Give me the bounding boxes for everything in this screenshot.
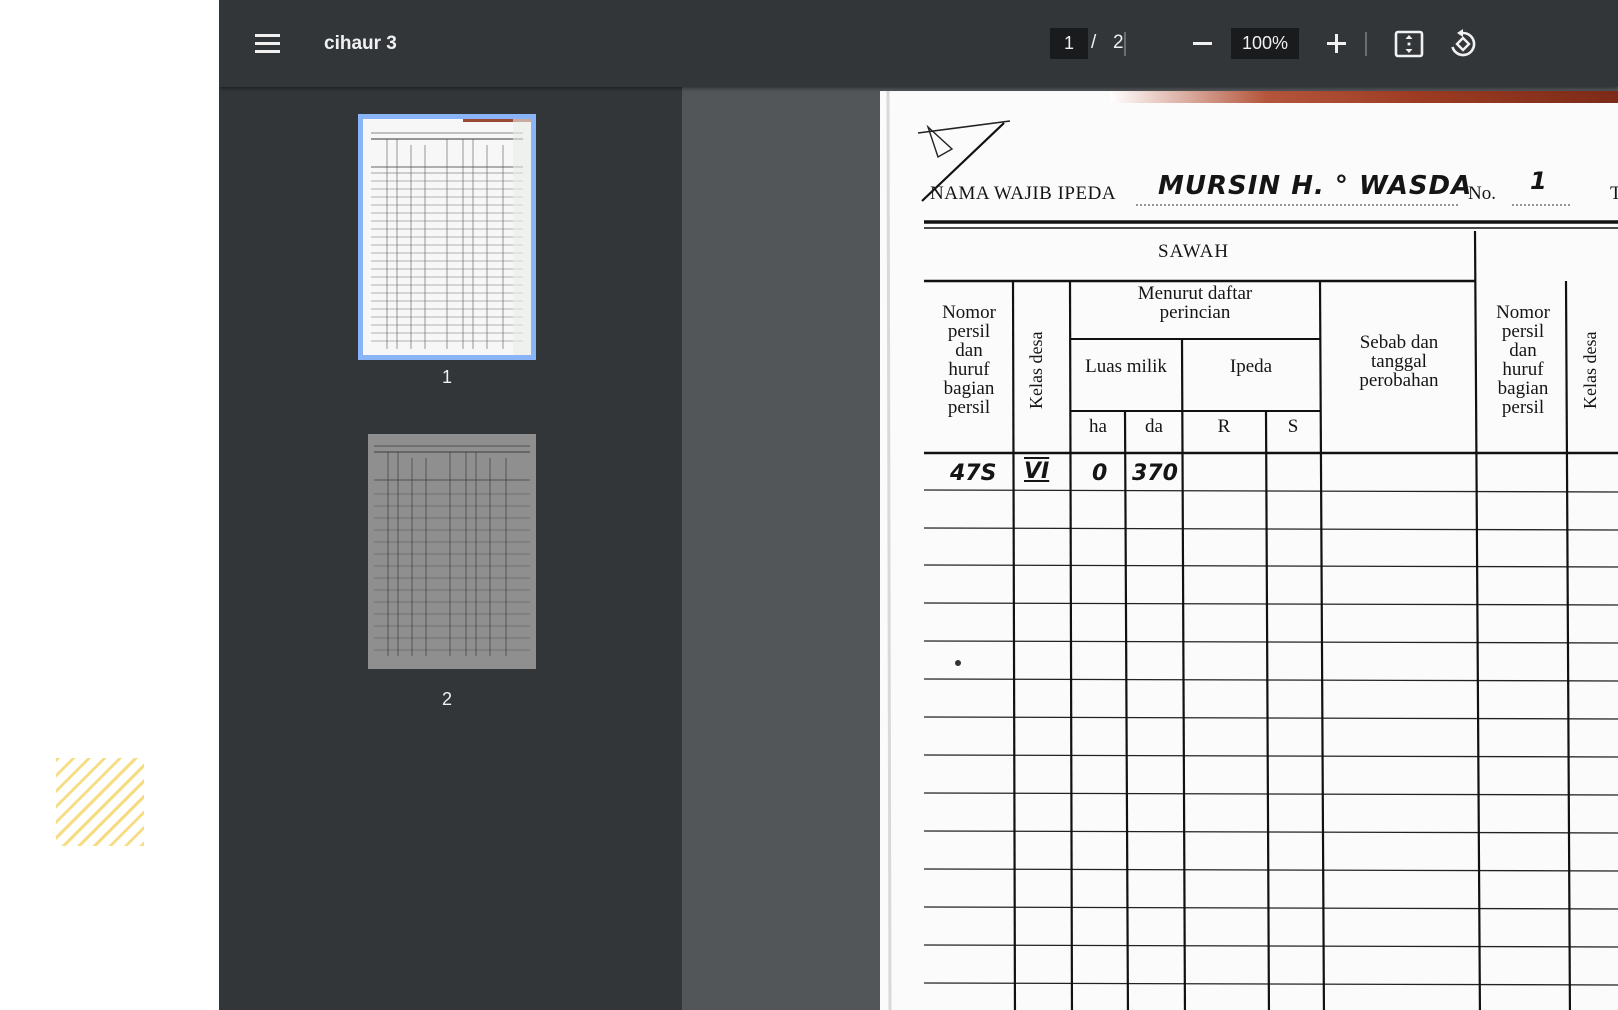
total-pages: 2	[1113, 32, 1124, 53]
thumbnail-sidebar: 1 2	[219, 87, 682, 1010]
document-title: cihaur 3	[324, 33, 397, 54]
zoom-level-input[interactable]	[1231, 28, 1299, 59]
row1-kelas: VI	[1024, 459, 1050, 484]
toolbar-divider	[1365, 32, 1367, 56]
zoom-out-icon[interactable]	[1186, 27, 1218, 59]
page-separator: /	[1091, 32, 1097, 53]
header-nomor-persil: Nomor persil dan huruf bagian persil	[942, 302, 996, 418]
section-title: SAWAH	[1158, 241, 1230, 262]
document-page: NAMA WAJIB IPEDA MURSIN H. ° WASDA No. 1…	[880, 91, 1618, 1010]
decorative-stripes	[56, 758, 144, 846]
zoom-in-icon[interactable]	[1320, 27, 1352, 59]
pdf-viewer: cihaur 3 / 2	[219, 0, 1618, 1010]
row1-ha: 0	[1092, 461, 1108, 486]
header-sebab-perobahan: Sebab dan tanggal perobahan	[1359, 332, 1439, 391]
header-s: S	[1287, 416, 1299, 437]
number-value: 1	[1530, 167, 1547, 195]
form-grid	[886, 91, 1618, 1010]
header-ipeda: Ipeda	[1229, 356, 1273, 377]
thumbnail-label-2: 2	[441, 689, 452, 709]
screen: cihaur 3 / 2	[0, 0, 1618, 1010]
toolbar-divider	[1124, 32, 1126, 56]
header-r: R	[1217, 416, 1231, 437]
page-number-input[interactable]	[1050, 28, 1088, 59]
page-thumbnail-1[interactable]	[358, 114, 536, 360]
row1-persil: 47S	[950, 461, 997, 486]
name-label: NAMA WAJIB IPEDA	[930, 183, 1117, 204]
rotate-icon[interactable]	[1446, 27, 1480, 61]
header-nomor-persil-2: Nomor persil dan huruf bagian persil	[1496, 302, 1550, 418]
header-kelas-desa-2: Kelas desa	[1580, 331, 1600, 409]
header-menurut-daftar: Menurut daftar perincian	[1137, 283, 1253, 323]
cut-off-text: Tl	[1610, 183, 1618, 204]
fit-to-page-icon[interactable]	[1392, 27, 1426, 61]
name-value: MURSIN H. ° WASDA	[1158, 171, 1473, 201]
header-kelas-desa: Kelas desa	[1026, 331, 1046, 409]
menu-icon[interactable]	[249, 28, 283, 60]
header-ha: ha	[1089, 416, 1107, 437]
viewer-toolbar: cihaur 3 / 2	[219, 0, 1618, 87]
header-da: da	[1145, 416, 1163, 437]
header-luas-milik: Luas milik	[1085, 356, 1167, 377]
page-thumbnail-2[interactable]	[368, 434, 536, 669]
number-label: No.	[1468, 183, 1496, 204]
thumbnail-label-1: 1	[441, 367, 452, 387]
row1-da: 370	[1132, 461, 1178, 486]
